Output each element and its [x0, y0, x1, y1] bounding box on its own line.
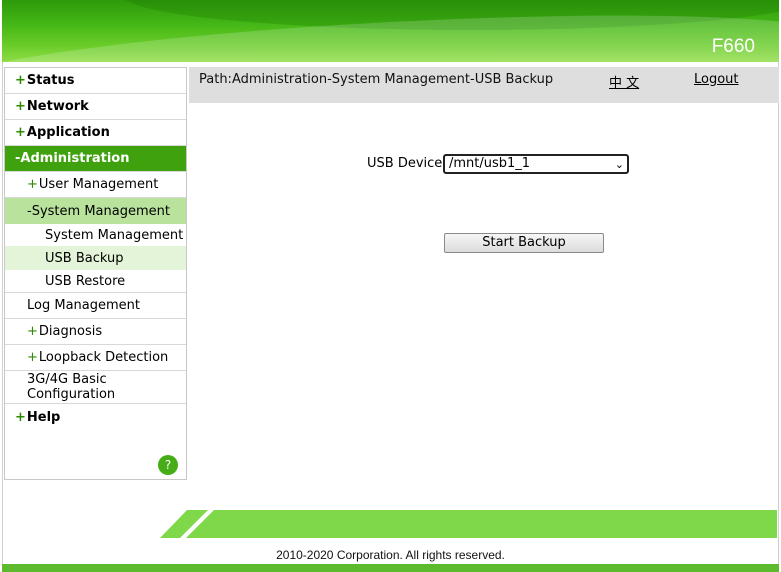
sidebar-item-loopback-detection[interactable]: + Loopback Detection	[5, 345, 186, 371]
language-link[interactable]: 中 文	[609, 72, 639, 91]
expand-icon: +	[15, 409, 26, 425]
sidebar-item-help[interactable]: + Help	[5, 404, 186, 430]
expand-icon: +	[15, 73, 26, 88]
start-backup-button[interactable]: Start Backup	[444, 233, 604, 253]
sidebar-item-label: Application	[26, 125, 110, 140]
expand-icon: +	[27, 324, 38, 339]
sidebar-item-usb-restore[interactable]: USB Restore	[5, 270, 186, 293]
sidebar-item-network[interactable]: + Network	[5, 94, 186, 120]
usb-device-label: USB Device	[367, 156, 443, 171]
expand-icon: +	[15, 125, 26, 140]
device-model: F660	[711, 36, 755, 57]
sidebar-item-3g4g-configuration[interactable]: 3G/4G Basic Configuration	[5, 371, 186, 404]
sidebar-item-label: Status	[26, 73, 75, 88]
breadcrumb-bar: Path:Administration-System Management-US…	[189, 67, 779, 103]
sidebar-item-application[interactable]: + Application	[5, 120, 186, 146]
expand-icon: +	[27, 177, 38, 192]
sidebar-item-label: Network	[26, 99, 89, 114]
usb-device-value: /mnt/usb1_1	[449, 156, 531, 171]
sidebar-item-label: Administration	[20, 151, 130, 166]
sidebar-item-label: USB Backup	[45, 250, 124, 266]
bottom-bar	[2, 564, 779, 572]
breadcrumb: Path:Administration-System Management-US…	[199, 72, 554, 87]
footer-band	[160, 510, 777, 538]
main-content: USB Device /mnt/usb1_1 ⌄ Start Backup	[189, 103, 779, 480]
sidebar-item-system-management[interactable]: - System Management	[5, 198, 186, 224]
sidebar-item-label-line2: Configuration	[27, 387, 116, 402]
sidebar: + Status + Network + Application - Administr…	[4, 67, 187, 480]
sidebar-item-label: System Management	[31, 203, 170, 219]
help-icon[interactable]: ?	[158, 455, 178, 475]
sidebar-item-label: Help	[26, 409, 61, 425]
sidebar-item-status[interactable]: + Status	[5, 68, 186, 94]
expand-icon: +	[15, 99, 26, 114]
sidebar-item-label: System Management	[45, 227, 184, 243]
sidebar-item-administration[interactable]: - Administration	[5, 146, 186, 172]
sidebar-item-label: Loopback Detection	[38, 350, 169, 365]
sidebar-item-label: USB Restore	[45, 273, 126, 289]
sidebar-item-usb-backup[interactable]: USB Backup	[5, 246, 186, 270]
sidebar-item-system-management-page[interactable]: System Management	[5, 224, 186, 246]
header-banner: F660	[2, 0, 779, 62]
chevron-down-icon: ⌄	[614, 158, 624, 171]
sidebar-item-diagnosis[interactable]: + Diagnosis	[5, 319, 186, 345]
copyright-text: 2010-2020 Corporation. All rights reserv…	[276, 548, 505, 562]
sidebar-item-label: Log Management	[27, 298, 140, 313]
sidebar-item-user-management[interactable]: + User Management	[5, 172, 186, 198]
logout-link[interactable]: Logout	[694, 72, 739, 87]
expand-icon: +	[27, 350, 38, 365]
sidebar-item-label: User Management	[38, 177, 159, 192]
sidebar-item-log-management[interactable]: Log Management	[5, 293, 186, 319]
usb-device-select[interactable]: /mnt/usb1_1 ⌄	[443, 154, 629, 174]
sidebar-item-label: Diagnosis	[38, 324, 103, 339]
sidebar-item-label: 3G/4G Basic	[27, 372, 107, 387]
